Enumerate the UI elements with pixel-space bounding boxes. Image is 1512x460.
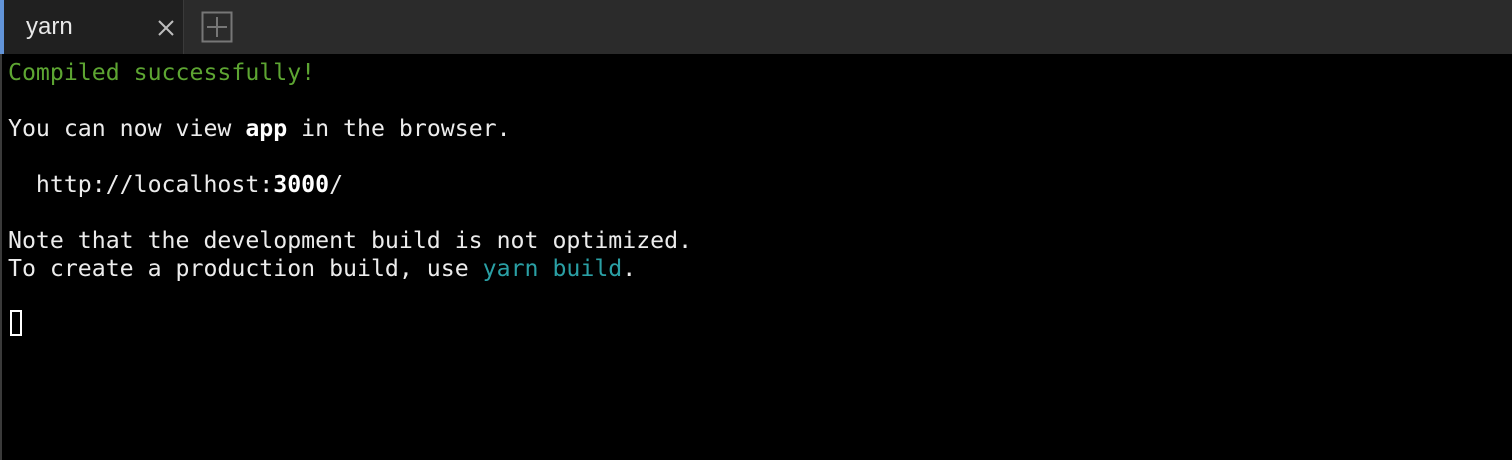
terminal-window: yarn Compiled successfully! You can now … <box>0 0 1512 460</box>
dev-build-note-line: Note that the development build is not o… <box>8 227 693 254</box>
tab-label: yarn <box>26 13 73 40</box>
terminal-output[interactable]: Compiled successfully! You can now view … <box>0 54 1512 460</box>
terminal-cursor <box>10 310 22 336</box>
local-url-line: http://localhost:3000/ <box>8 171 343 199</box>
production-build-prefix: To create a production build, use <box>8 255 483 282</box>
app-name: app <box>245 115 288 142</box>
url-prefix: http://localhost: <box>8 171 274 198</box>
compiled-status-line: Compiled successfully! <box>8 59 316 86</box>
view-app-suffix: in the browser. <box>287 115 511 142</box>
production-build-suffix: . <box>622 255 637 282</box>
production-build-line: To create a production build, use yarn b… <box>8 255 636 283</box>
new-tab-button[interactable] <box>201 11 233 43</box>
url-port: 3000 <box>273 171 330 198</box>
plus-icon <box>201 11 233 43</box>
yarn-build-command: yarn build <box>482 255 623 282</box>
view-app-prefix: You can now view <box>8 115 246 142</box>
close-icon[interactable] <box>156 18 176 38</box>
tab-yarn[interactable]: yarn <box>0 0 184 54</box>
view-app-line: You can now view app in the browser. <box>8 115 511 143</box>
tab-bar: yarn <box>0 0 1512 54</box>
url-suffix: / <box>329 171 344 198</box>
